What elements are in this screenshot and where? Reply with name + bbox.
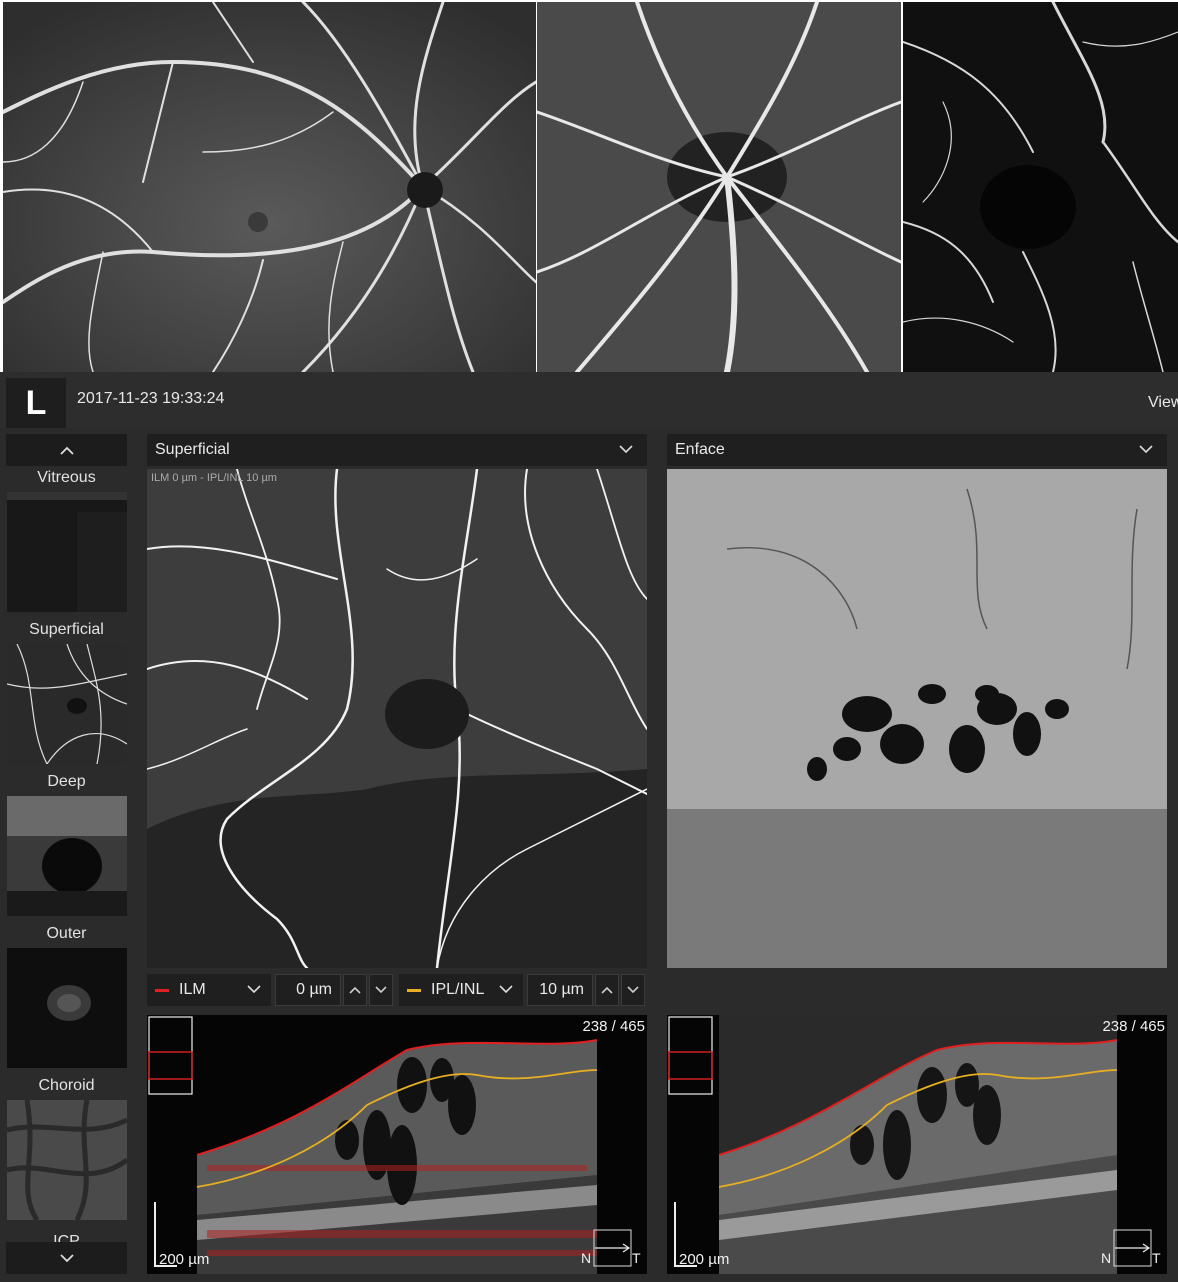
slice-counter: 238 / 465 (582, 1018, 645, 1035)
right-image-dropdown[interactable]: Enface (667, 434, 1167, 466)
left-layer-dropdown-value: Superficial (155, 441, 230, 458)
scan-timestamp: 2017-11-23 19:33:24 (77, 390, 225, 407)
sidebar-scroll-down-button[interactable] (6, 1242, 127, 1274)
slice-counter: 238 / 465 (1102, 1018, 1165, 1035)
layer-thumb-superficial[interactable] (7, 644, 127, 764)
orientation-nasal-label: N (1101, 1250, 1112, 1266)
orientation-temporal-label: T (632, 1250, 641, 1266)
lower-offset-value[interactable]: 10 µm (527, 974, 593, 1006)
layer-sidebar: Vitreous Superficial Deep Outer Choroid … (6, 434, 128, 1282)
lower-offset-decrease-button[interactable] (621, 974, 645, 1006)
layer-label-vitreous: Vitreous (37, 469, 96, 486)
layer-thumb-vitreous[interactable] (7, 492, 127, 612)
lower-boundary-select[interactable]: IPL/INL (399, 974, 523, 1006)
sidebar-scroll-up-button[interactable] (6, 434, 127, 466)
right-image-dropdown-value: Enface (675, 441, 725, 458)
lower-boundary-label: IPL/INL (431, 981, 485, 998)
scale-bar-label: 200 µm (679, 1251, 730, 1268)
left-enface-image[interactable]: ILM 0 µm - IPL/INL 10 µm (147, 469, 647, 968)
eye-laterality-badge: L (6, 378, 66, 428)
right-bscan-viewer[interactable]: 238 / 465 200 µm N T (667, 1015, 1167, 1274)
orientation-nasal-label: N (581, 1250, 592, 1266)
upper-offset-increase-button[interactable] (343, 974, 367, 1006)
chevron-down-icon (247, 985, 261, 994)
layer-label-choroid: Choroid (38, 1077, 95, 1094)
ilm-color-swatch (155, 988, 169, 992)
upper-boundary-label: ILM (179, 981, 206, 998)
chevron-down-icon (627, 986, 639, 994)
view-menu[interactable]: View (1148, 394, 1178, 412)
slab-overlay-label: ILM 0 µm - IPL/INL 10 µm (151, 472, 277, 484)
top-image-strip (0, 0, 1178, 372)
orientation-temporal-label: T (1152, 1250, 1161, 1266)
chevron-up-icon (349, 986, 361, 994)
layer-thumb-deep[interactable] (7, 796, 127, 916)
ipl-inl-color-swatch (407, 988, 421, 992)
chevron-down-icon (619, 445, 633, 454)
upper-boundary-select[interactable]: ILM (147, 974, 271, 1006)
chevron-down-icon (499, 985, 513, 994)
layer-label-outer: Outer (46, 925, 87, 942)
scale-bar-label: 200 µm (159, 1251, 210, 1268)
left-bscan-viewer[interactable]: 238 / 465 200 µm N T (147, 1015, 647, 1274)
oct-viewer-app: L 2017-11-23 19:33:24 View Vitreous Supe… (0, 372, 1178, 1282)
chevron-down-icon (375, 986, 387, 994)
lower-offset-increase-button[interactable] (595, 974, 619, 1006)
macular-angiogram-image (903, 2, 1178, 372)
optic-disc-angiogram-image (537, 2, 901, 372)
chevron-down-icon (1139, 445, 1153, 454)
left-layer-dropdown[interactable]: Superficial (147, 434, 647, 466)
right-enface-image[interactable] (667, 469, 1167, 968)
upper-offset-stepper: 0 µm (275, 974, 393, 1006)
widefield-angiogram-image (3, 2, 536, 372)
upper-offset-value[interactable]: 0 µm (275, 974, 341, 1006)
layer-label-deep: Deep (47, 773, 86, 790)
chevron-down-icon (59, 1253, 74, 1262)
layer-thumb-choroid[interactable] (7, 1100, 127, 1220)
header-bar: L 2017-11-23 19:33:24 View (0, 372, 1178, 428)
layer-label-superficial: Superficial (29, 621, 104, 638)
lower-offset-stepper: 10 µm (527, 974, 645, 1006)
upper-offset-decrease-button[interactable] (369, 974, 393, 1006)
layer-thumb-outer[interactable] (7, 948, 127, 1068)
chevron-up-icon (601, 986, 613, 994)
chevron-up-icon (59, 446, 74, 455)
